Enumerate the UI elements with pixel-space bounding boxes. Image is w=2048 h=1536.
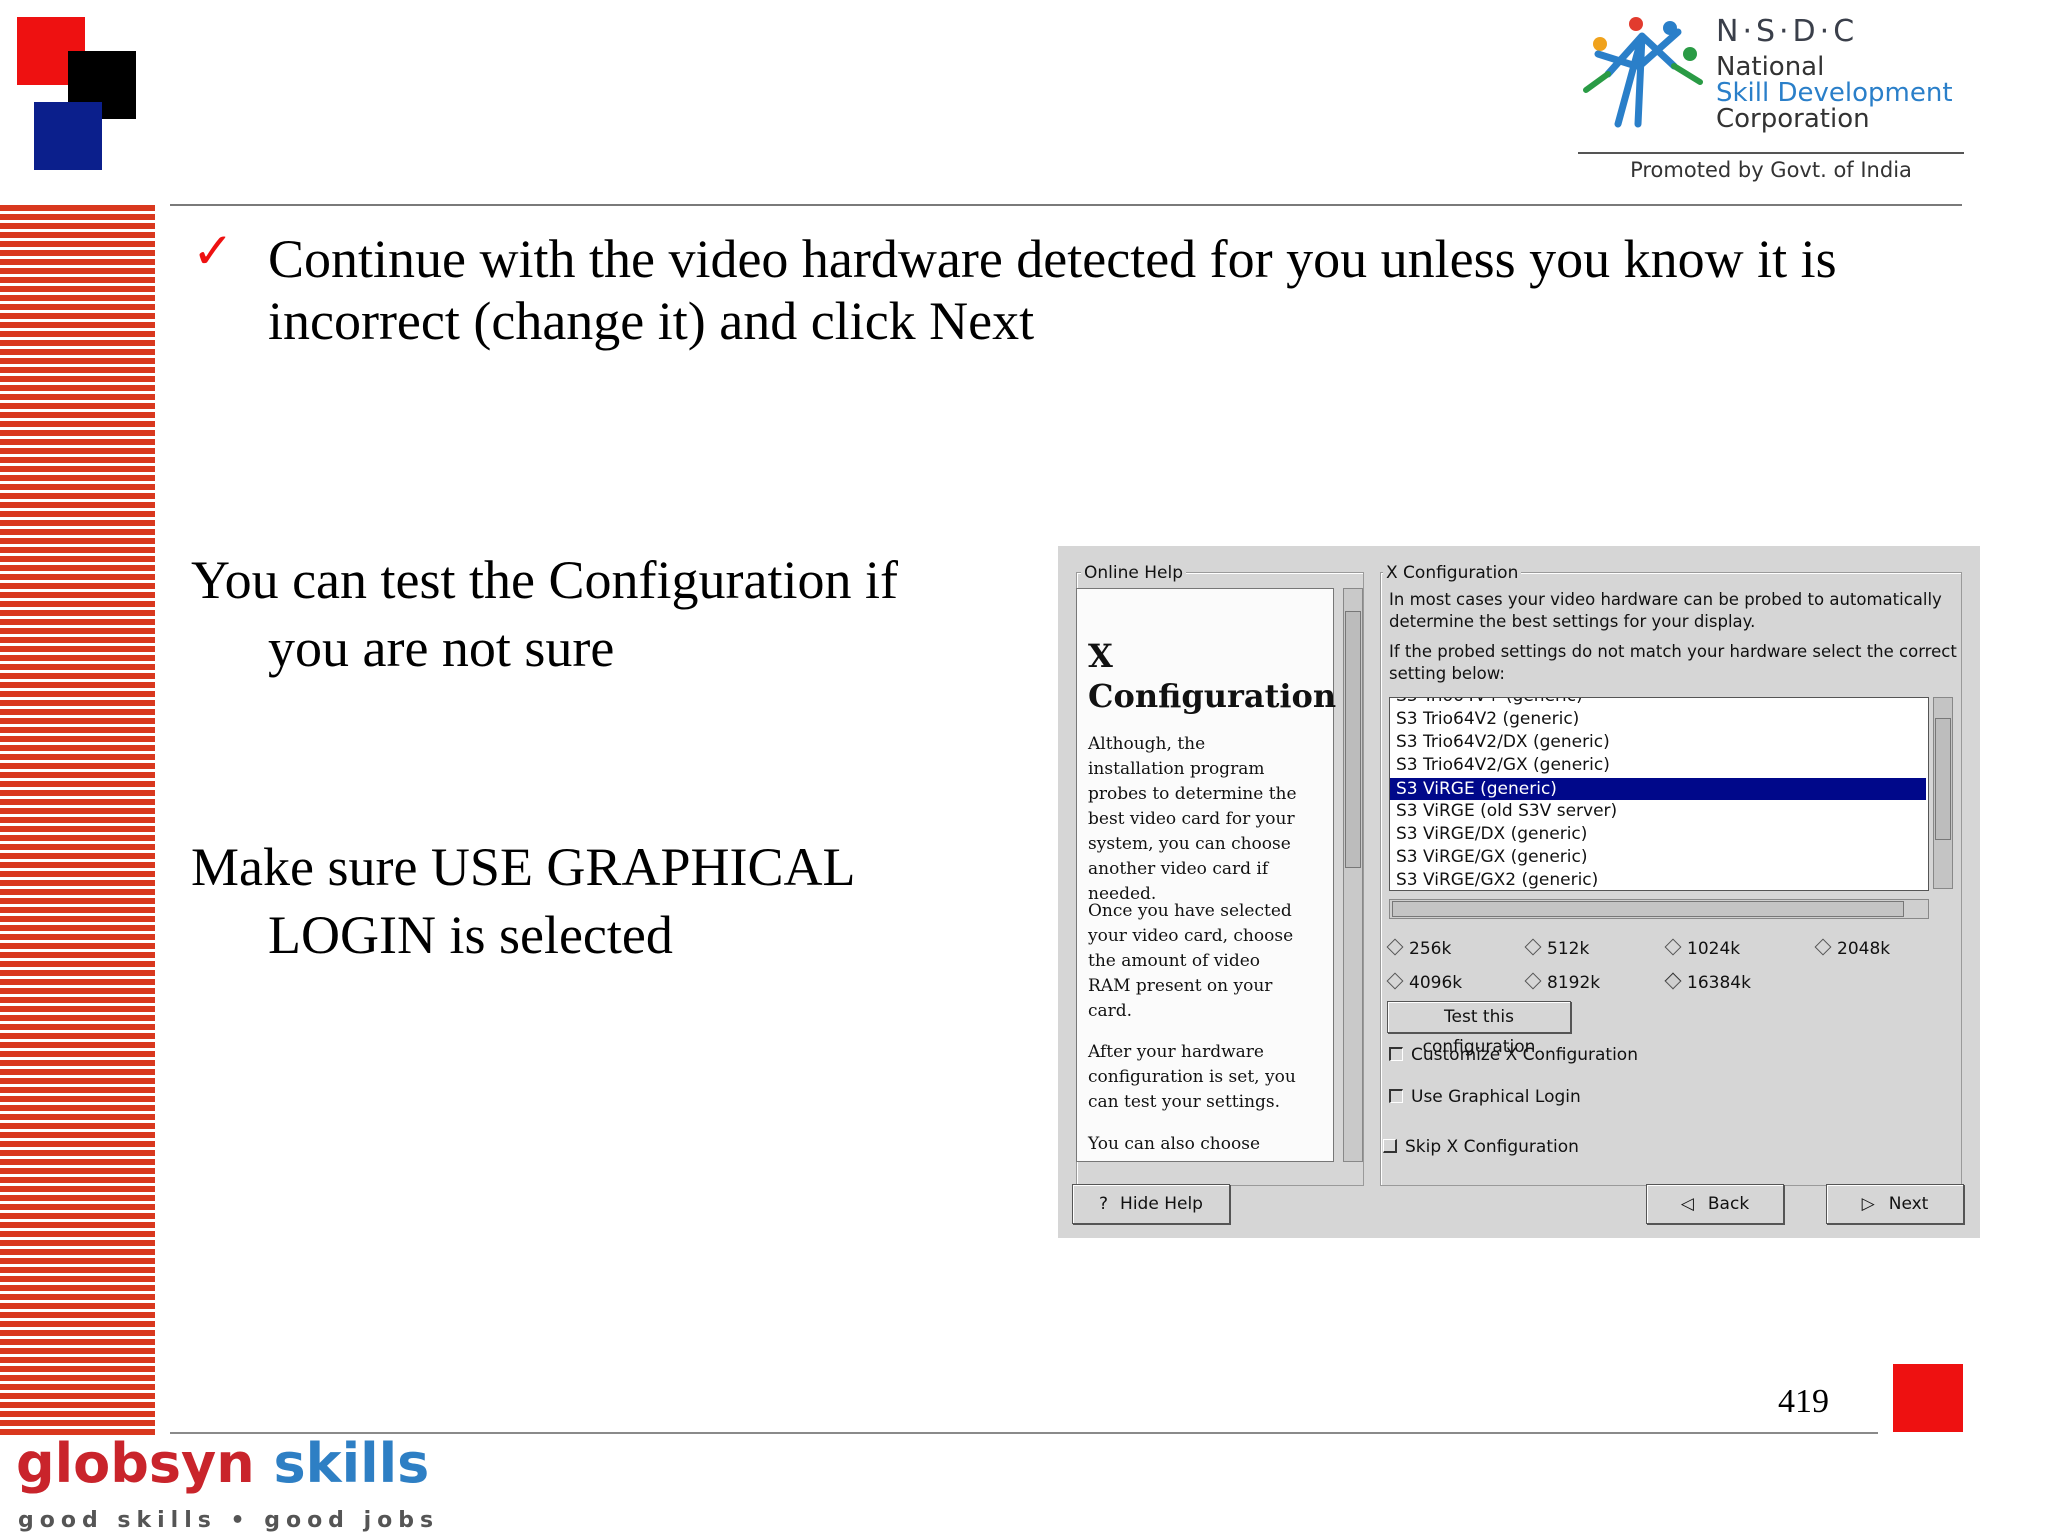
ram-label: 256k bbox=[1409, 939, 1452, 959]
checkbox-indicator bbox=[1389, 1089, 1403, 1103]
online-help-label: Online Help bbox=[1081, 563, 1186, 583]
list-vertical-scrollbar[interactable] bbox=[1933, 697, 1953, 889]
help-paragraph-3: After your hardware configuration is set… bbox=[1088, 1042, 1296, 1112]
help-paragraph-1: Although, the installation program probe… bbox=[1088, 734, 1297, 904]
list-item-selected[interactable]: S3 ViRGE (generic) bbox=[1390, 778, 1926, 800]
list-item[interactable]: S3 Trio64V+ (generic) bbox=[1396, 698, 1583, 706]
ram-radio-512k[interactable]: 512k bbox=[1524, 938, 1590, 959]
x-configuration-frame: X Configuration In most cases your video… bbox=[1380, 563, 1962, 1186]
help-scrollbar-thumb[interactable] bbox=[1345, 611, 1361, 868]
header-divider bbox=[170, 204, 1962, 206]
back-label: Back bbox=[1707, 1194, 1750, 1214]
left-striped-bar bbox=[0, 205, 155, 1437]
ram-label: 16384k bbox=[1687, 973, 1751, 993]
para1-line1: You can test the Configuration if bbox=[191, 550, 898, 610]
list-item[interactable]: S3 ViRGE/DX (generic) bbox=[1396, 824, 1587, 844]
radio-indicator bbox=[1814, 938, 1832, 956]
radio-indicator-selected bbox=[1664, 972, 1682, 990]
page-square bbox=[1893, 1364, 1963, 1432]
para2-line2: LOGIN is selected bbox=[268, 905, 673, 965]
ram-label: 4096k bbox=[1409, 973, 1463, 993]
ram-radio-4096k[interactable]: 4096k bbox=[1386, 972, 1463, 993]
ram-radio-2048k[interactable]: 2048k bbox=[1814, 938, 1891, 959]
skip-x-label: Skip X Configuration bbox=[1405, 1137, 1579, 1157]
customize-x-label: Customize X Configuration bbox=[1411, 1045, 1638, 1065]
back-button[interactable]: ◁ Back bbox=[1646, 1184, 1784, 1224]
installer-screenshot: Online Help X Configuration Although, th… bbox=[1058, 546, 1980, 1238]
list-item[interactable]: S3 ViRGE (old S3V server) bbox=[1396, 801, 1617, 821]
nsdc-figures-icon bbox=[1583, 17, 1703, 128]
xconfig-intro-2: If the probed settings do not match your… bbox=[1389, 642, 1957, 683]
ram-label: 2048k bbox=[1837, 939, 1891, 959]
customize-x-checkbox[interactable]: Customize X Configuration bbox=[1389, 1045, 1638, 1065]
list-item[interactable]: S3 Trio64V2 (generic) bbox=[1396, 709, 1579, 729]
back-arrow-icon: ◁ bbox=[1680, 1194, 1694, 1214]
xconfig-intro-1: In most cases your video hardware can be… bbox=[1389, 590, 1942, 631]
radio-indicator bbox=[1386, 972, 1404, 990]
radio-indicator bbox=[1524, 938, 1542, 956]
x-configuration-label: X Configuration bbox=[1383, 563, 1522, 583]
list-horizontal-scrollbar[interactable] bbox=[1389, 899, 1929, 919]
checkbox-indicator bbox=[1383, 1139, 1397, 1153]
help-title: X Configuration bbox=[1088, 637, 1337, 715]
next-label: Next bbox=[1888, 1194, 1929, 1214]
next-arrow-icon: ▷ bbox=[1861, 1194, 1875, 1214]
radio-indicator bbox=[1664, 938, 1682, 956]
nsdc-promoted: Promoted by Govt. of India bbox=[1630, 158, 1912, 182]
brand-b: skills bbox=[273, 1432, 430, 1495]
brand-a: globsyn bbox=[16, 1432, 274, 1495]
graphical-login-paragraph: Make sure USE GRAPHICAL LOGIN is selecte… bbox=[191, 833, 991, 969]
list-hscroll-thumb[interactable] bbox=[1392, 901, 1904, 917]
ram-radio-256k[interactable]: 256k bbox=[1386, 938, 1452, 959]
test-config-paragraph: You can test the Configuration if you ar… bbox=[191, 546, 991, 682]
checkbox-indicator bbox=[1389, 1047, 1403, 1061]
video-card-list[interactable]: S3 Trio64V+ (generic) S3 Trio64V2 (gener… bbox=[1389, 697, 1929, 891]
hide-help-label: Hide Help bbox=[1120, 1194, 1203, 1214]
hide-help-button[interactable]: ? Hide Help bbox=[1072, 1184, 1230, 1224]
list-item[interactable]: S3 Trio64V2/GX (generic) bbox=[1396, 755, 1610, 775]
globsyn-tagline: good skills • good jobs bbox=[18, 1508, 440, 1533]
help-paragraph-2: Once you have selected your video card, … bbox=[1088, 901, 1294, 1021]
list-scrollbar-thumb[interactable] bbox=[1935, 718, 1951, 840]
nsdc-abbreviation: N·S·D·C bbox=[1716, 14, 1859, 49]
help-question-icon: ? bbox=[1099, 1194, 1109, 1214]
ram-radio-8192k[interactable]: 8192k bbox=[1524, 972, 1601, 993]
logo-square-blue bbox=[34, 102, 102, 170]
test-configuration-button[interactable]: Test this configuration bbox=[1387, 1001, 1571, 1057]
page-number: 419 bbox=[1778, 1383, 1829, 1420]
checkmark-icon: ✓ bbox=[192, 222, 234, 280]
bullet-text: Continue with the video hardware detecte… bbox=[268, 229, 1837, 351]
use-graphical-login-label: Use Graphical Login bbox=[1411, 1087, 1581, 1107]
list-item[interactable]: S3 ViRGE/GX (generic) bbox=[1396, 847, 1587, 867]
radio-indicator bbox=[1386, 938, 1404, 956]
help-scrollbar[interactable] bbox=[1343, 588, 1363, 1162]
ram-radio-1024k[interactable]: 1024k bbox=[1664, 938, 1741, 959]
help-paragraph-4: You can also choose bbox=[1088, 1134, 1261, 1154]
radio-indicator bbox=[1524, 972, 1542, 990]
globsyn-logo: globsyn skills bbox=[16, 1432, 429, 1495]
list-item[interactable]: S3 Trio64V2/DX (generic) bbox=[1396, 732, 1610, 752]
nsdc-rule bbox=[1578, 152, 1964, 154]
ram-label: 512k bbox=[1547, 939, 1590, 959]
para2-line1: Make sure USE GRAPHICAL bbox=[191, 837, 856, 897]
ram-radio-16384k[interactable]: 16384k bbox=[1664, 972, 1751, 993]
para1-line2: you are not sure bbox=[268, 618, 615, 678]
list-item[interactable]: S3 ViRGE/GX2 (generic) bbox=[1396, 870, 1598, 890]
next-button[interactable]: ▷ Next bbox=[1826, 1184, 1964, 1224]
ram-label: 1024k bbox=[1687, 939, 1741, 959]
use-graphical-login-checkbox[interactable]: Use Graphical Login bbox=[1389, 1087, 1581, 1107]
skip-x-checkbox[interactable]: Skip X Configuration bbox=[1383, 1137, 1579, 1157]
ram-label: 8192k bbox=[1547, 973, 1601, 993]
nsdc-name-line3: Corporation bbox=[1716, 104, 1870, 134]
